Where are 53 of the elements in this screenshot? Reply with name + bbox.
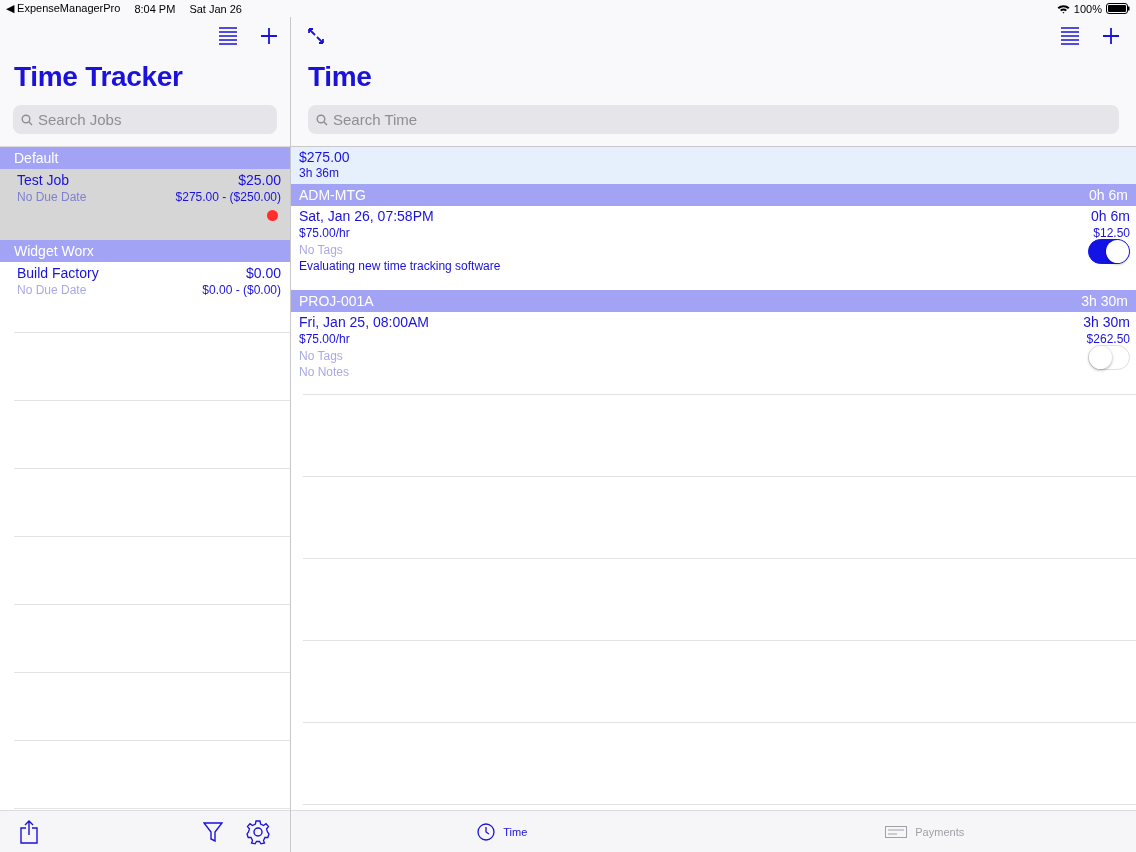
entry-duration: 0h 6m [1091,208,1130,226]
battery-icon [1106,3,1130,14]
tab[interactable]: Time [291,811,714,852]
billed-toggle[interactable] [1088,239,1130,264]
group-duration: 0h 6m [1089,187,1128,203]
add-icon[interactable] [260,27,278,45]
job-balance: $275.00 - ($250.00) [175,190,281,206]
entry-amount: $262.50 [1086,332,1130,348]
job-amount: $0.00 [245,265,281,283]
due-date: No Due Date [17,283,87,299]
status-date: Sat Jan 26 [189,2,242,15]
search-field[interactable]: Search Jobs [13,105,277,134]
expand-icon[interactable] [307,27,325,45]
back-app-link[interactable]: ◀ ExpenseManagerPro [6,2,121,15]
filter-icon[interactable] [203,821,223,842]
due-date: No Due Date [17,190,87,206]
entry-duration: 3h 30m [1083,314,1130,332]
group-name: ADM-MTG [299,187,366,203]
search-field[interactable]: Search Time [308,105,1119,134]
entry-amount: $12.50 [1093,226,1130,242]
status-time: 8:04 PM [134,2,176,15]
card-icon [885,825,908,838]
wifi-icon [1056,3,1070,14]
job-row[interactable]: Test Job $25.00 No Due Date $275.00 - ($250.00) [0,169,290,240]
entry-rate: $75.00/hr [299,226,350,242]
job-name: Build Factory [17,265,99,283]
battery-percent: 100% [1073,2,1102,15]
settings-icon[interactable] [245,818,271,845]
page-title: Time Tracker [13,60,184,94]
job-name: Test Job [17,172,70,190]
clock-icon [477,822,496,841]
entry-tags: No Tags [299,243,501,259]
add-icon[interactable] [1102,27,1120,45]
job-amount: $25.00 [238,172,281,190]
group-header: Default [0,147,290,169]
list-icon[interactable] [1060,26,1080,46]
group-header: Widget Worx [0,240,290,262]
page-title: Time [307,60,373,94]
entry-date: Sat, Jan 26, 07:58PM [299,208,434,226]
search-icon [316,114,328,126]
summary-duration: 3h 36m [299,166,341,180]
search-icon [21,114,33,126]
entry-tags: No Tags [299,349,350,365]
entry-rate: $75.00/hr [299,332,350,348]
share-icon[interactable] [20,819,38,844]
summary-total: $275.00 [299,149,351,165]
entry-date: Fri, Jan 25, 08:00AM [299,314,429,332]
group-duration: 3h 30m [1081,293,1128,309]
group-name: PROJ-001A [299,293,374,309]
entry-notes: Evaluating new time tracking software [299,259,501,275]
job-balance: $0.00 - ($0.00) [202,283,281,299]
entry-notes: No Notes [299,365,350,381]
list-icon[interactable] [218,26,238,46]
